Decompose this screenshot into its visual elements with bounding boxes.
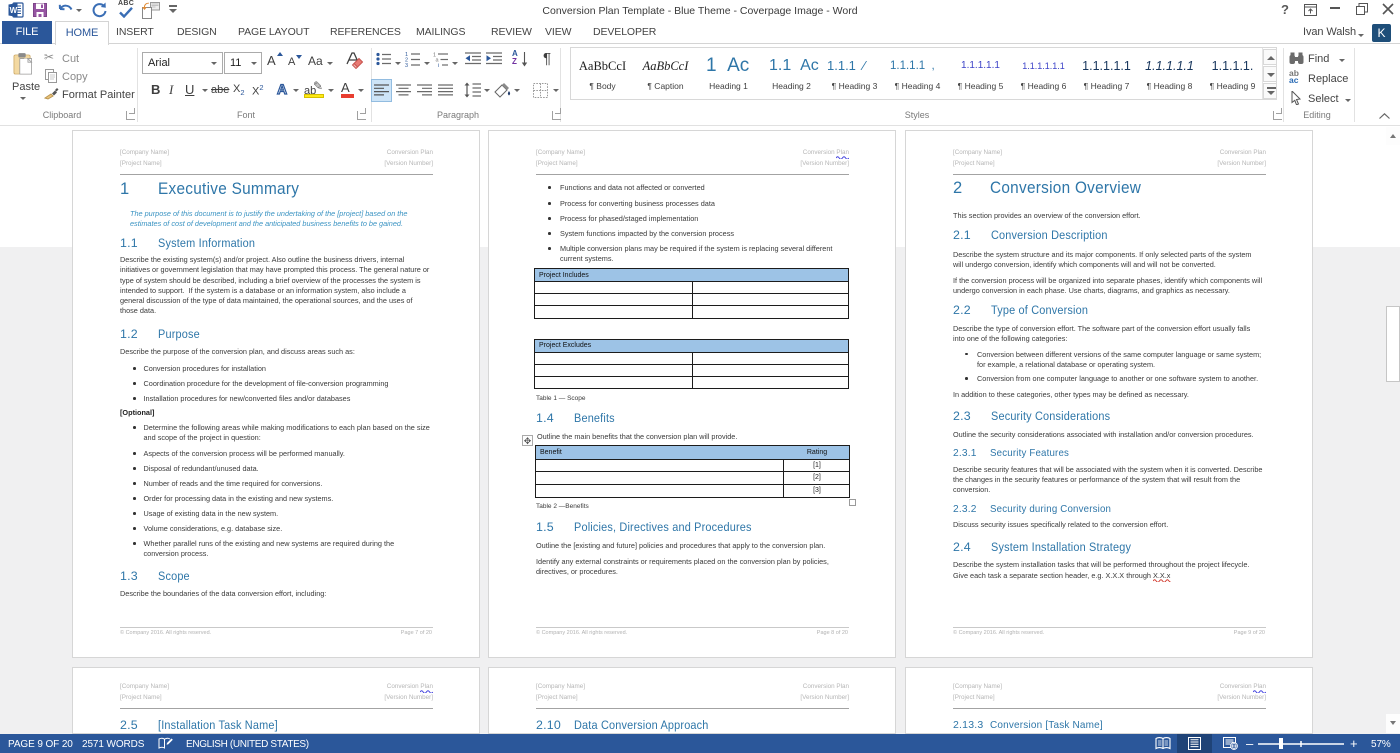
svg-text:i: i [438,63,439,67]
svg-text:W: W [10,6,18,15]
svg-text:3: 3 [405,63,408,67]
